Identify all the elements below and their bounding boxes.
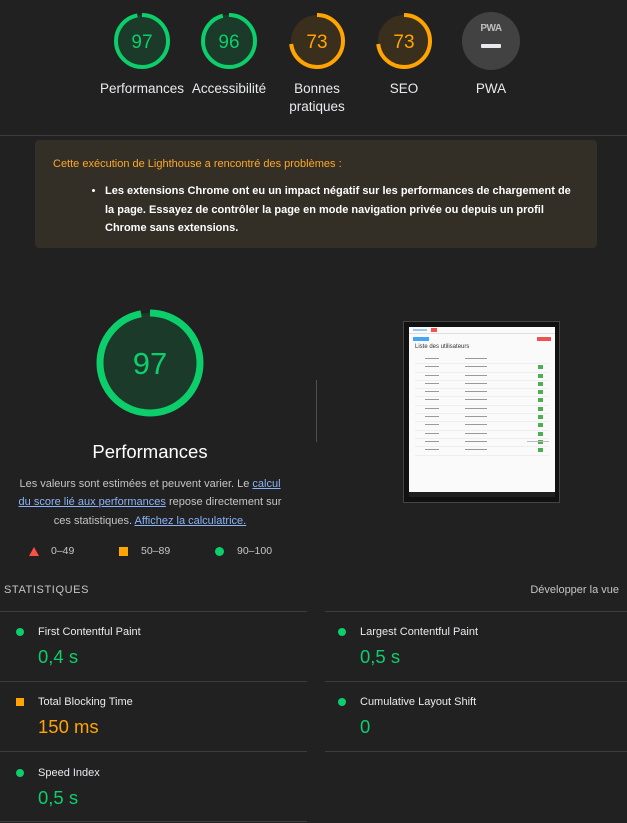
screenshot-navbar <box>409 327 555 334</box>
metric-name: First Contentful Paint <box>38 626 141 638</box>
metric-value: 0,4 s <box>38 646 79 667</box>
pass-circle-icon <box>16 628 24 636</box>
legend-range: 0–49 <box>51 545 75 557</box>
vertical-divider <box>316 380 317 442</box>
final-screenshot[interactable]: Liste des utilisateurs <box>403 321 560 503</box>
metric-name: Cumulative Layout Shift <box>360 696 477 708</box>
circle-icon <box>215 546 224 556</box>
statistics-heading: STATISTIQUES <box>4 584 90 596</box>
gauge-score: 73 <box>393 32 414 53</box>
gauge-pwa[interactable]: PWA PWA <box>441 12 541 98</box>
gauge-best-practices[interactable]: 73 Bonnes pratiques <box>267 12 367 116</box>
average-square-icon <box>16 698 24 706</box>
legend-range: 90–100 <box>237 545 273 557</box>
gauge-seo[interactable]: 73 SEO <box>354 12 454 98</box>
divider <box>0 681 307 682</box>
divider <box>0 751 307 752</box>
gauge-ring: 73 <box>376 13 432 69</box>
pass-circle-icon <box>16 769 24 777</box>
description-text-1: Les valeurs sont estimées et peuvent var… <box>19 478 253 490</box>
legend-pass: 90–100 <box>215 545 272 557</box>
legend-average: 50–89 <box>119 545 170 557</box>
gauge-label: PWA <box>475 81 507 96</box>
metric-value: 150 ms <box>38 716 99 737</box>
gauge-label: Performances <box>99 81 185 96</box>
legend-range: 50–89 <box>141 545 171 557</box>
metric-value: 0,5 s <box>360 646 401 667</box>
category-gauges: 97 Performances 96 Accessibilité 73 Bonn… <box>0 0 627 136</box>
gauge-label: Bonnes pratiques <box>289 81 345 114</box>
screenshot-title: Liste des utilisateurs <box>415 344 470 350</box>
performance-gauge-ring: 97 <box>96 309 204 417</box>
calculator-link[interactable]: Affichez la calculatrice. <box>135 515 247 527</box>
pwa-logo-icon: PWA <box>480 23 502 34</box>
warning-item: Les extensions Chrome ont eu un impact n… <box>105 182 581 238</box>
expand-view-toggle[interactable]: Développer la vue <box>530 584 619 596</box>
metric-value: 0,5 s <box>38 787 79 808</box>
screenshot-footer <box>527 441 549 442</box>
divider <box>325 611 627 612</box>
gauge-ring: 96 <box>201 13 257 69</box>
gauge-label: Accessibilité <box>191 81 267 96</box>
legend-fail: 0–49 <box>29 545 74 557</box>
screenshot-taskbar <box>409 492 555 497</box>
divider <box>325 751 627 752</box>
metric-name: Largest Contentful Paint <box>360 626 479 638</box>
performance-description: Les valeurs sont estimées et peuvent var… <box>12 475 288 530</box>
metric-name: Speed Index <box>38 767 100 779</box>
pwa-badge: PWA <box>462 12 520 70</box>
pwa-dash-icon <box>481 44 501 48</box>
warning-box: Cette exécution de Lighthouse a rencontr… <box>35 140 597 248</box>
square-icon <box>119 546 128 556</box>
performance-score: 97 <box>133 346 167 381</box>
metric-value: 0 <box>360 716 371 737</box>
performance-gauge: 97 <box>95 308 205 423</box>
gauge-ring: 97 <box>114 13 170 69</box>
gauge-score: 73 <box>306 32 327 53</box>
screenshot-button <box>537 337 551 341</box>
warning-title: Cette exécution de Lighthouse a rencontr… <box>53 158 342 170</box>
gauge-label: SEO <box>389 81 419 96</box>
gauge-score: 97 <box>131 32 152 53</box>
divider <box>325 681 627 682</box>
gauge-performance[interactable]: 97 Performances <box>92 12 192 98</box>
gauge-score: 96 <box>218 32 239 53</box>
metric-name: Total Blocking Time <box>38 696 133 708</box>
screenshot-page: Liste des utilisateurs <box>409 327 555 497</box>
gauge-ring: 73 <box>289 13 345 69</box>
screenshot-button <box>413 337 429 341</box>
pass-circle-icon <box>338 628 346 636</box>
pass-circle-icon <box>338 698 346 706</box>
performance-title: Performances <box>92 441 208 462</box>
triangle-icon <box>29 546 39 556</box>
warning-list: Les extensions Chrome ont eu un impact n… <box>53 182 581 238</box>
divider <box>0 611 307 612</box>
divider <box>0 821 307 822</box>
gauge-accessibility[interactable]: 96 Accessibilité <box>179 12 279 98</box>
